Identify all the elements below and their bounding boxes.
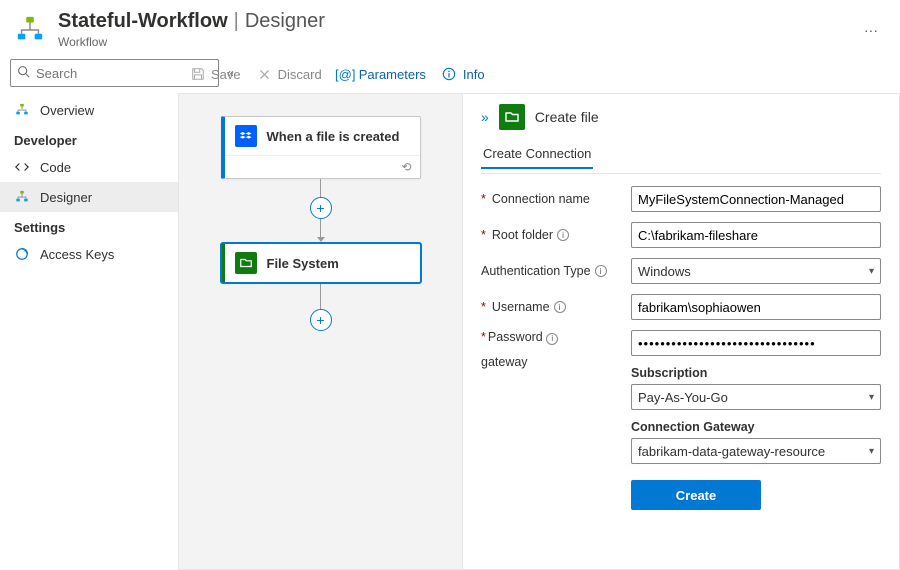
sidebar-item-label: Designer: [40, 190, 92, 205]
sidebar-item-access-keys[interactable]: Access Keys: [0, 239, 178, 269]
chevron-down-icon: ▾: [869, 446, 874, 457]
sidebar-item-label: Code: [40, 160, 71, 175]
dropbox-icon: [235, 125, 257, 147]
filesystem-icon: [235, 252, 257, 274]
label-subscription: Subscription: [631, 366, 881, 380]
link-icon: ⟲: [401, 160, 411, 174]
panel-title: Create file: [535, 109, 599, 125]
parameters-icon: [@]: [338, 67, 353, 82]
workflow-app-icon: [14, 14, 46, 46]
search-icon: [17, 65, 30, 81]
tab-create-connection[interactable]: Create Connection: [481, 140, 593, 169]
sidebar-item-label: Overview: [40, 103, 94, 118]
card-title: File System: [267, 256, 339, 271]
workflow-trigger-card[interactable]: When a file is created ⟲: [221, 116, 421, 179]
username-input[interactable]: [631, 294, 881, 320]
sidebar-item-code[interactable]: Code: [0, 152, 178, 182]
password-input[interactable]: [631, 330, 881, 356]
panel-collapse-button[interactable]: »: [481, 109, 489, 125]
sidebar: « Overview Developer Code Designer: [0, 55, 178, 570]
connector-end: +: [179, 283, 462, 331]
auth-type-select[interactable]: Windows ▾: [631, 258, 881, 284]
title-block: Stateful-Workflow | Designer Workflow: [58, 10, 844, 49]
label-connection-name: *Connection name: [481, 192, 621, 206]
workflow-action-card[interactable]: File System: [221, 243, 421, 283]
chevron-down-icon: ▾: [869, 266, 874, 277]
create-button[interactable]: Create: [631, 480, 761, 510]
page-header: Stateful-Workflow | Designer Workflow ··…: [0, 0, 900, 55]
add-step-button[interactable]: +: [310, 197, 332, 219]
code-icon: [14, 159, 30, 175]
chevron-down-icon: ▾: [869, 392, 874, 403]
info-button[interactable]: Info: [442, 67, 485, 82]
more-menu-button[interactable]: ···: [856, 18, 886, 42]
sidebar-section-settings: Settings: [0, 212, 178, 239]
designer-canvas[interactable]: When a file is created ⟲ +: [178, 93, 462, 570]
save-button[interactable]: Save: [190, 67, 241, 82]
page-context: Designer: [245, 10, 325, 33]
label-root-folder: *Root folder i: [481, 228, 621, 242]
parameters-button[interactable]: [@] Parameters: [338, 67, 426, 82]
label-auth-type: Authentication Type i: [481, 264, 621, 278]
sidebar-item-label: Access Keys: [40, 247, 114, 262]
card-title: When a file is created: [267, 129, 400, 144]
info-icon[interactable]: i: [557, 229, 569, 241]
discard-button[interactable]: Discard: [257, 67, 322, 82]
discard-icon: [257, 67, 272, 82]
label-password-gateway: *Password i gateway: [481, 330, 621, 369]
sidebar-section-developer: Developer: [0, 125, 178, 152]
label-username: *Username i: [481, 300, 621, 314]
access-keys-icon: [14, 246, 30, 262]
toolbar: Save Discard [@] Parameters Info: [178, 55, 900, 93]
divider: [481, 173, 881, 174]
add-step-button[interactable]: +: [310, 309, 332, 331]
label-connection-gateway: Connection Gateway: [631, 420, 881, 434]
page-title: Stateful-Workflow: [58, 10, 228, 33]
sidebar-item-designer[interactable]: Designer: [0, 182, 178, 212]
connection-gateway-select[interactable]: fabrikam-data-gateway-resource ▾: [631, 438, 881, 464]
designer-icon: [14, 189, 30, 205]
connector: +: [179, 179, 462, 243]
info-icon: [442, 67, 457, 82]
sidebar-item-overview[interactable]: Overview: [0, 95, 178, 125]
connection-name-input[interactable]: [631, 186, 881, 212]
title-separator: |: [232, 10, 241, 33]
save-icon: [190, 67, 205, 82]
subscription-select[interactable]: Pay-As-You-Go ▾: [631, 384, 881, 410]
properties-panel: » Create file Create Connection *Connect…: [462, 93, 900, 570]
info-icon[interactable]: i: [546, 333, 558, 345]
panel-action-icon: [499, 104, 525, 130]
info-icon[interactable]: i: [595, 265, 607, 277]
overview-icon: [14, 102, 30, 118]
page-subtitle: Workflow: [58, 35, 844, 49]
root-folder-input[interactable]: [631, 222, 881, 248]
info-icon[interactable]: i: [554, 301, 566, 313]
